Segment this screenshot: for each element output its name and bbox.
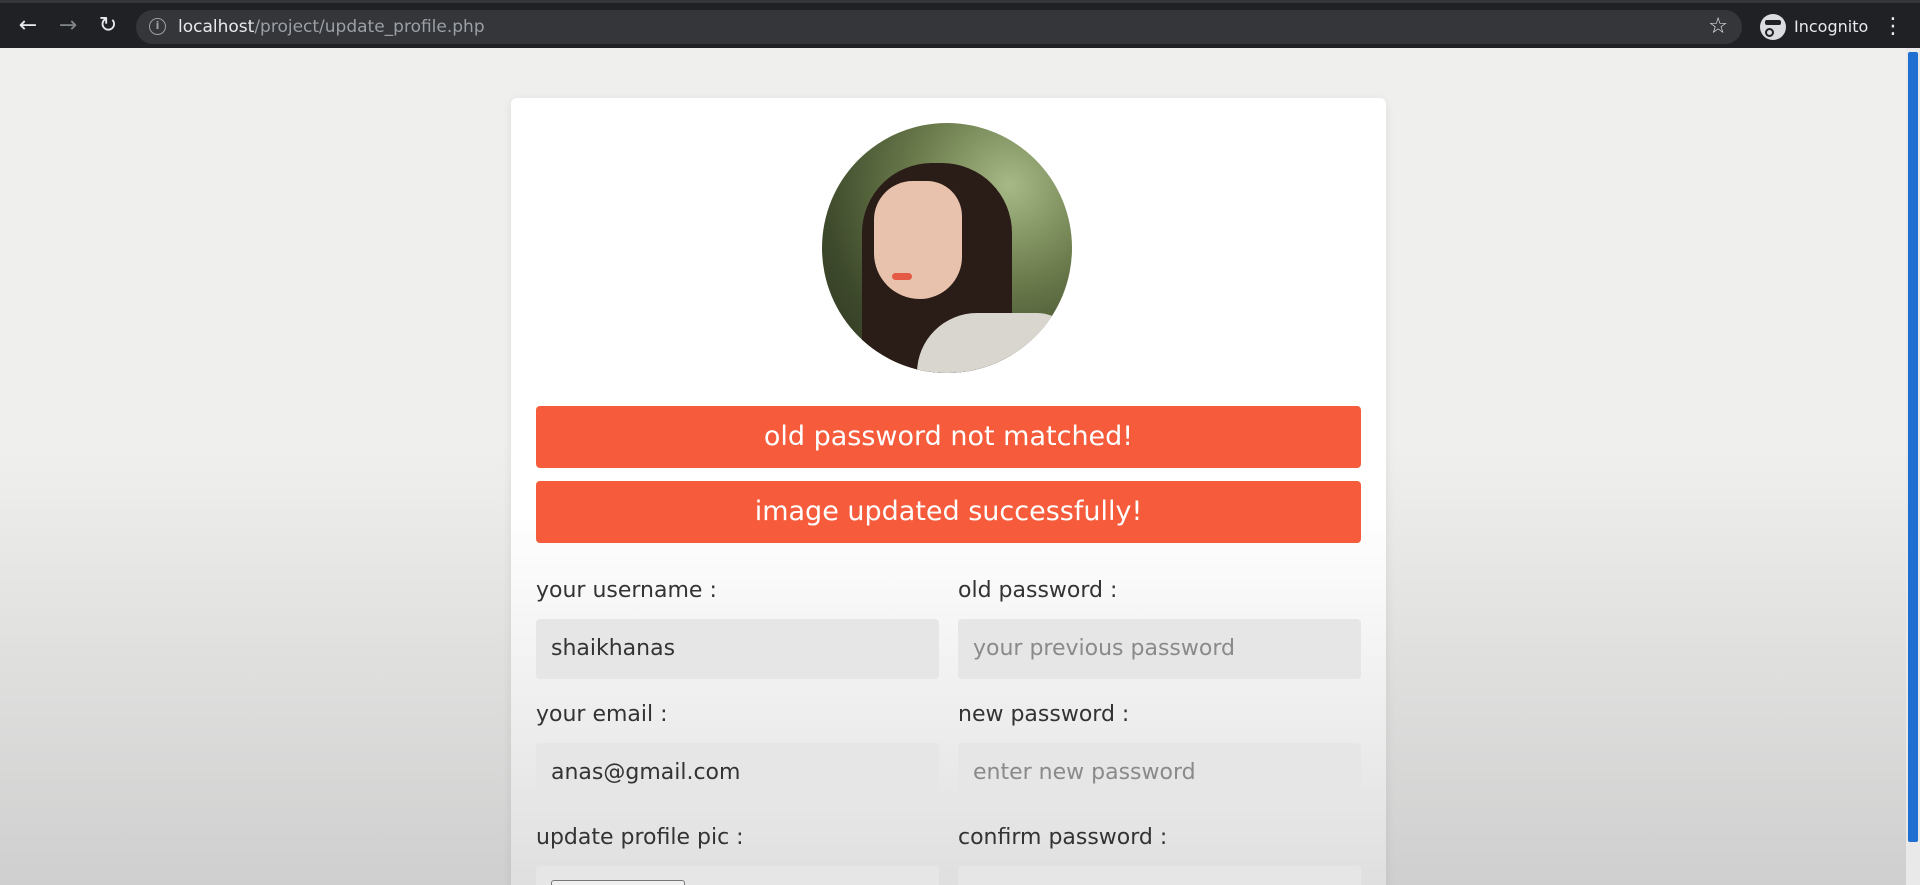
profile-avatar (822, 123, 1072, 373)
profile-pic-file-input[interactable] (536, 866, 939, 885)
email-input[interactable]: anas@gmail.com (536, 743, 939, 803)
incognito-icon (1760, 14, 1786, 40)
back-arrow-icon[interactable]: ← (14, 13, 42, 41)
username-label: your username : (536, 578, 717, 603)
browser-toolbar: ← → ↻ i localhost/project/update_profile… (0, 0, 1920, 48)
choose-file-button[interactable] (551, 880, 685, 885)
error-message[interactable]: old password not matched! (536, 406, 1361, 468)
bookmark-star-icon[interactable]: ☆ (1708, 10, 1728, 44)
confirm-password-input[interactable] (958, 866, 1361, 885)
username-input[interactable]: shaikhanas (536, 619, 939, 679)
forward-arrow-icon[interactable]: → (54, 13, 82, 41)
incognito-label: Incognito (1794, 17, 1869, 36)
incognito-badge[interactable]: Incognito (1752, 10, 1882, 44)
old-password-label: old password : (958, 578, 1118, 603)
reload-icon[interactable]: ↻ (94, 13, 122, 41)
old-password-input[interactable]: your previous password (958, 619, 1361, 679)
scrollbar-thumb[interactable] (1908, 52, 1918, 842)
url-path: /project/update_profile.php (254, 17, 485, 37)
confirm-password-label: confirm password : (958, 825, 1168, 850)
profile-pic-label: update profile pic : (536, 825, 744, 850)
new-password-label: new password : (958, 702, 1130, 727)
update-profile-card: old password not matched! image updated … (511, 98, 1386, 885)
url-host: localhost (178, 17, 255, 37)
address-bar[interactable]: i localhost/project/update_profile.php ☆ (136, 10, 1742, 44)
browser-menu-icon[interactable]: ⋮ (1882, 13, 1904, 41)
new-password-input[interactable]: enter new password (958, 743, 1361, 803)
email-label: your email : (536, 702, 668, 727)
success-message[interactable]: image updated successfully! (536, 481, 1361, 543)
site-info-icon[interactable]: i (149, 18, 166, 35)
